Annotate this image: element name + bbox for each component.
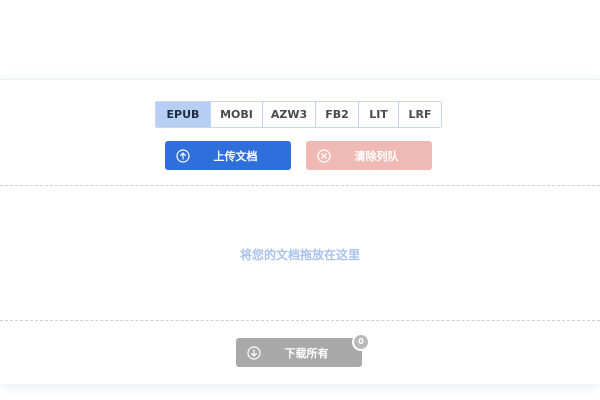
format-tab-fb2[interactable]: FB2 [315, 102, 358, 127]
format-selector: EPUB MOBI AZW3 FB2 LIT LRF [155, 101, 442, 128]
download-all-button[interactable]: 下载所有 [236, 338, 362, 367]
clear-queue-button[interactable]: 清除列队 [306, 141, 432, 170]
download-count-badge: 0 [352, 333, 370, 351]
format-tab-azw3[interactable]: AZW3 [262, 102, 315, 127]
download-all-label: 下载所有 [284, 346, 329, 360]
format-tab-lit[interactable]: LIT [358, 102, 398, 127]
x-circle-icon [317, 148, 331, 163]
format-tab-lrf[interactable]: LRF [398, 102, 441, 127]
clear-queue-label: 清除列队 [354, 149, 399, 163]
drop-zone-hint: 将您的文档拖放在这里 [239, 248, 360, 262]
arrow-up-circle-icon [176, 148, 190, 163]
upload-button[interactable]: 上传文档 [165, 141, 291, 170]
arrow-down-circle-icon [247, 345, 261, 360]
format-tab-epub[interactable]: EPUB [156, 102, 210, 127]
upload-label: 上传文档 [213, 149, 258, 163]
format-tab-mobi[interactable]: MOBI [210, 102, 262, 127]
